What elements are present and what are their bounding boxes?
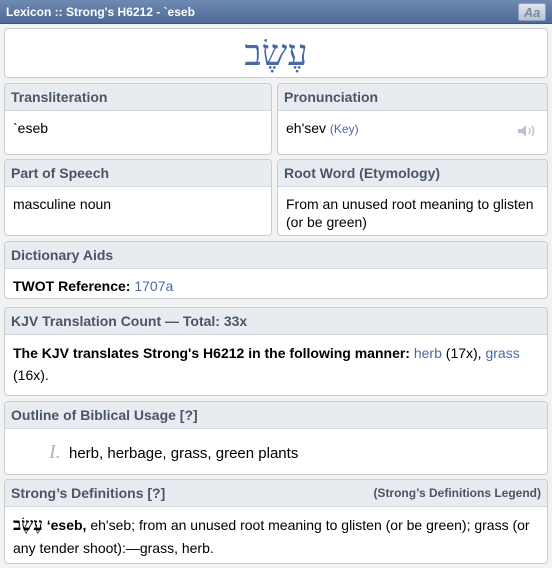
- outline-body: I. herb, herbage, grass, green plants: [5, 429, 547, 471]
- kjv-word-link[interactable]: grass: [485, 345, 519, 361]
- outline-item: I. herb, herbage, grass, green plants: [13, 441, 539, 463]
- part-of-speech-value: masculine noun: [13, 196, 112, 212]
- outline-box: Outline of Biblical Usage [?] I. herb, h…: [4, 401, 548, 475]
- strongs-definitions-title[interactable]: Strong’s Definitions [?]: [11, 485, 165, 501]
- font-size-button[interactable]: Aa: [518, 3, 546, 21]
- strongs-translit: ʻeseb,: [46, 517, 87, 533]
- pronunciation-key-link[interactable]: (Key): [330, 122, 359, 136]
- pronunciation-value: eh'sev: [286, 120, 327, 136]
- strongs-definitions-header: Strong’s Definitions [?] (Strong’s Defin…: [5, 480, 547, 507]
- root-word-header: Root Word (Etymology): [278, 160, 547, 187]
- dictionary-aids-box: Dictionary Aids TWOT Reference: 1707a: [4, 241, 548, 299]
- window-title: Lexicon :: Strong's H6212 - `eseb: [6, 5, 195, 19]
- pronunciation-header: Pronunciation: [278, 84, 547, 111]
- kjv-word-count: (16x).: [13, 367, 49, 383]
- dictionary-aids-header: Dictionary Aids: [5, 242, 547, 269]
- twot-label: TWOT Reference:: [13, 278, 131, 294]
- strongs-hebrew: עֶשֶׂב: [13, 515, 43, 535]
- root-word-value: From an unused root meaning to glisten (…: [286, 196, 534, 230]
- kjv-count-header: KJV Translation Count — Total: 33x: [5, 308, 547, 335]
- strongs-definition-text: eh'seb; from an unused root meaning to g…: [13, 517, 530, 556]
- kjv-lead: The KJV translates Strong's H6212 in the…: [13, 345, 410, 361]
- root-word-box: Root Word (Etymology) From an unused roo…: [277, 159, 548, 236]
- pronunciation-box: Pronunciation eh'sev (Key): [277, 83, 548, 155]
- title-bar: Lexicon :: Strong's H6212 - `eseb Aa: [0, 0, 552, 24]
- kjv-count-body: The KJV translates Strong's H6212 in the…: [5, 335, 547, 394]
- dictionary-aids-body: TWOT Reference: 1707a: [5, 269, 547, 298]
- transliteration-header: Transliteration: [5, 84, 271, 111]
- part-of-speech-header: Part of Speech: [5, 160, 271, 187]
- outline-text: herb, herbage, grass, green plants: [69, 445, 299, 462]
- headword-hebrew: עֶשֶׂב: [244, 33, 308, 74]
- outline-header[interactable]: Outline of Biblical Usage [?]: [5, 402, 547, 429]
- kjv-word-count: (17x),: [445, 345, 482, 361]
- speaker-icon[interactable]: [517, 124, 539, 138]
- kjv-count-box: KJV Translation Count — Total: 33x The K…: [4, 307, 548, 396]
- strongs-definitions-body: עֶשֶׂב ʻeseb, eh'seb; from an unused roo…: [5, 507, 547, 563]
- part-of-speech-box: Part of Speech masculine noun: [4, 159, 272, 236]
- headword-box: עֶשֶׂב: [4, 28, 548, 78]
- transliteration-value: `eseb: [13, 120, 49, 136]
- twot-link[interactable]: 1707a: [134, 278, 173, 294]
- pronunciation-body: eh'sev (Key): [278, 111, 547, 146]
- kjv-word-link[interactable]: herb: [414, 345, 442, 361]
- strongs-definitions-box: Strong’s Definitions [?] (Strong’s Defin…: [4, 479, 548, 564]
- strongs-legend-link[interactable]: (Strong’s Definitions Legend): [373, 480, 541, 506]
- outline-numeral: I.: [49, 441, 61, 463]
- transliteration-box: Transliteration `eseb: [4, 83, 272, 155]
